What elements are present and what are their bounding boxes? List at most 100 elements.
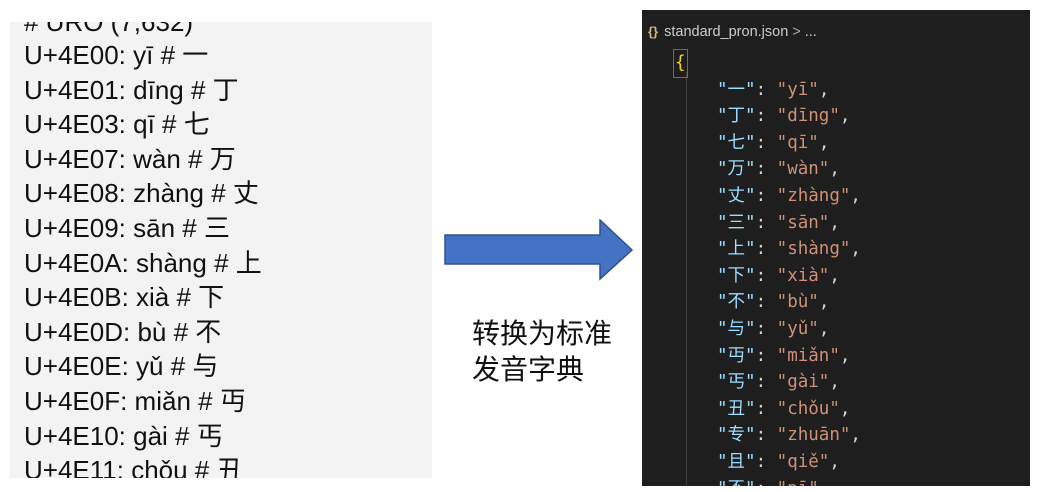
- unicode-listing-lines: U+4E00: yī # 一 U+4E01: dīng # 丁 U+4E03: qī…: [24, 38, 262, 478]
- json-value: "chǒu": [776, 398, 840, 419]
- json-value: "qiě": [776, 451, 830, 472]
- colon-punct: :: [755, 318, 777, 339]
- comma-punct: ,: [819, 479, 830, 487]
- json-entry: "上": "shàng",: [717, 236, 861, 263]
- unicode-listing-line: U+4E00: yī # 一: [24, 40, 209, 70]
- json-value: "dīng": [776, 106, 840, 127]
- json-key: "下": [717, 265, 756, 286]
- json-entry: "下": "xià",: [717, 263, 840, 290]
- code-area[interactable]: { "一": "yī", "丁": "dīng", "七": "qī", "万": "…: [642, 49, 861, 487]
- comma-punct: ,: [818, 132, 830, 153]
- unicode-listing-line: U+4E0B: xià # 下: [24, 282, 225, 313]
- code-line: "上": "shàng",: [642, 236, 861, 263]
- colon-punct: :: [755, 345, 777, 366]
- unicode-listing-line: U+4E10: gài # 丐: [24, 420, 223, 451]
- colon-punct: :: [755, 239, 777, 260]
- json-value: "yī": [776, 79, 819, 100]
- json-value: "sān": [776, 212, 830, 233]
- comma-punct: ,: [829, 212, 840, 233]
- comma-punct: ,: [818, 318, 830, 339]
- unicode-listing-line: U+4E07: wàn # 万: [24, 143, 236, 174]
- json-key: "上": [717, 239, 756, 260]
- json-entry: "丕": "pī",: [717, 476, 829, 487]
- json-key: "丕": [717, 479, 756, 487]
- colon-punct: :: [755, 106, 777, 127]
- code-line: "丈": "zhàng",: [642, 183, 861, 210]
- unicode-listing-line: U+4E01: dīng # 丁: [24, 74, 239, 105]
- json-key: "丈": [717, 185, 756, 206]
- comma-punct: ,: [839, 398, 851, 419]
- comma-punct: ,: [829, 372, 840, 393]
- json-value: "zhuān": [776, 425, 851, 446]
- code-line: "不": "bù",: [642, 289, 829, 316]
- json-key: "万": [717, 159, 756, 180]
- colon-punct: :: [755, 212, 777, 233]
- colon-punct: :: [755, 159, 777, 180]
- json-entry: "丈": "zhàng",: [717, 183, 861, 210]
- json-entry: "丏": "miǎn",: [717, 343, 850, 370]
- code-line: "下": "xià",: [642, 263, 840, 290]
- breadcrumb-file-name[interactable]: standard_pron.json: [664, 24, 788, 40]
- json-entry: "万": "wàn",: [717, 156, 840, 183]
- json-entry: "三": "sān",: [717, 210, 840, 237]
- code-line: "与": "yǔ",: [642, 316, 829, 343]
- colon-punct: :: [755, 425, 777, 446]
- json-key: "丁": [717, 106, 756, 127]
- json-value: "pī": [777, 479, 819, 487]
- json-value: "qī": [776, 132, 819, 153]
- colon-punct: :: [755, 132, 777, 153]
- comma-punct: ,: [850, 185, 861, 206]
- json-entry: "与": "yǔ",: [717, 316, 829, 343]
- json-value: "gài": [776, 372, 830, 393]
- json-key: "三": [717, 212, 756, 233]
- json-entry: "一": "yī",: [717, 77, 829, 104]
- json-entry: "专": "zhuān",: [717, 422, 861, 449]
- unicode-listing-panel: # URO (7,632) U+4E00: yī # 一 U+4E01: dīng…: [10, 22, 432, 478]
- unicode-listing-line: U+4E11: chǒu # 丑: [24, 455, 243, 478]
- unicode-listing-line: U+4E09: sān # 三: [24, 212, 230, 243]
- json-file-icon: {}: [648, 24, 659, 39]
- listing-header-partial: # URO (7,632): [24, 22, 194, 37]
- comma-punct: ,: [829, 159, 840, 180]
- conversion-caption: 转换为标准 发音字典: [472, 316, 612, 388]
- breadcrumb-more[interactable]: ...: [805, 24, 817, 40]
- breadcrumb[interactable]: {} standard_pron.json >...: [648, 22, 817, 42]
- colon-punct: :: [755, 398, 777, 419]
- unicode-listing-line: U+4E03: qī # 七: [24, 109, 210, 140]
- unicode-listing-line: U+4E0E: yǔ # 与: [24, 351, 219, 382]
- json-key: "专": [717, 425, 756, 446]
- caption-line-2: 发音字典: [472, 353, 585, 386]
- unicode-listing-line: U+4E0A: shàng # 上: [24, 247, 262, 278]
- caption-line-1: 转换为标准: [472, 317, 613, 350]
- unicode-listing-line: U+4E0D: bù # 不: [24, 316, 222, 347]
- json-value: "shàng": [776, 239, 851, 260]
- unicode-listing-line: U+4E0F: miǎn # 丏: [24, 385, 246, 416]
- json-entry: "七": "qī",: [717, 130, 829, 157]
- json-value: "wàn": [776, 159, 830, 180]
- code-line: "专": "zhuān",: [642, 422, 861, 449]
- colon-punct: :: [755, 292, 777, 313]
- comma-punct: ,: [818, 292, 830, 313]
- code-editor: {} standard_pron.json >... { "一": "yī", "丁"…: [642, 10, 1030, 486]
- json-key: "且": [717, 451, 756, 472]
- breadcrumb-separator: >: [792, 24, 801, 40]
- right-arrow-icon: [444, 219, 634, 281]
- code-line: "一": "yī",: [642, 77, 829, 104]
- json-key: "丑": [717, 398, 756, 419]
- code-line: "丕": "pī",: [642, 476, 829, 487]
- comma-punct: ,: [829, 451, 840, 472]
- code-line: "丏": "miǎn",: [642, 343, 850, 370]
- colon-punct: :: [755, 372, 777, 393]
- code-line: "丐": "gài",: [642, 369, 840, 396]
- comma-punct: ,: [839, 106, 851, 127]
- code-line: "三": "sān",: [642, 210, 840, 237]
- comma-punct: ,: [850, 425, 861, 446]
- comma-punct: ,: [818, 79, 830, 100]
- unicode-listing-line: U+4E08: zhàng # 丈: [24, 178, 259, 209]
- comma-punct: ,: [850, 239, 861, 260]
- json-value: "zhàng": [776, 185, 851, 206]
- json-key: "一": [717, 79, 756, 100]
- json-entry: "且": "qiě",: [717, 449, 840, 476]
- colon-punct: :: [755, 451, 777, 472]
- json-key: "丏": [717, 345, 756, 366]
